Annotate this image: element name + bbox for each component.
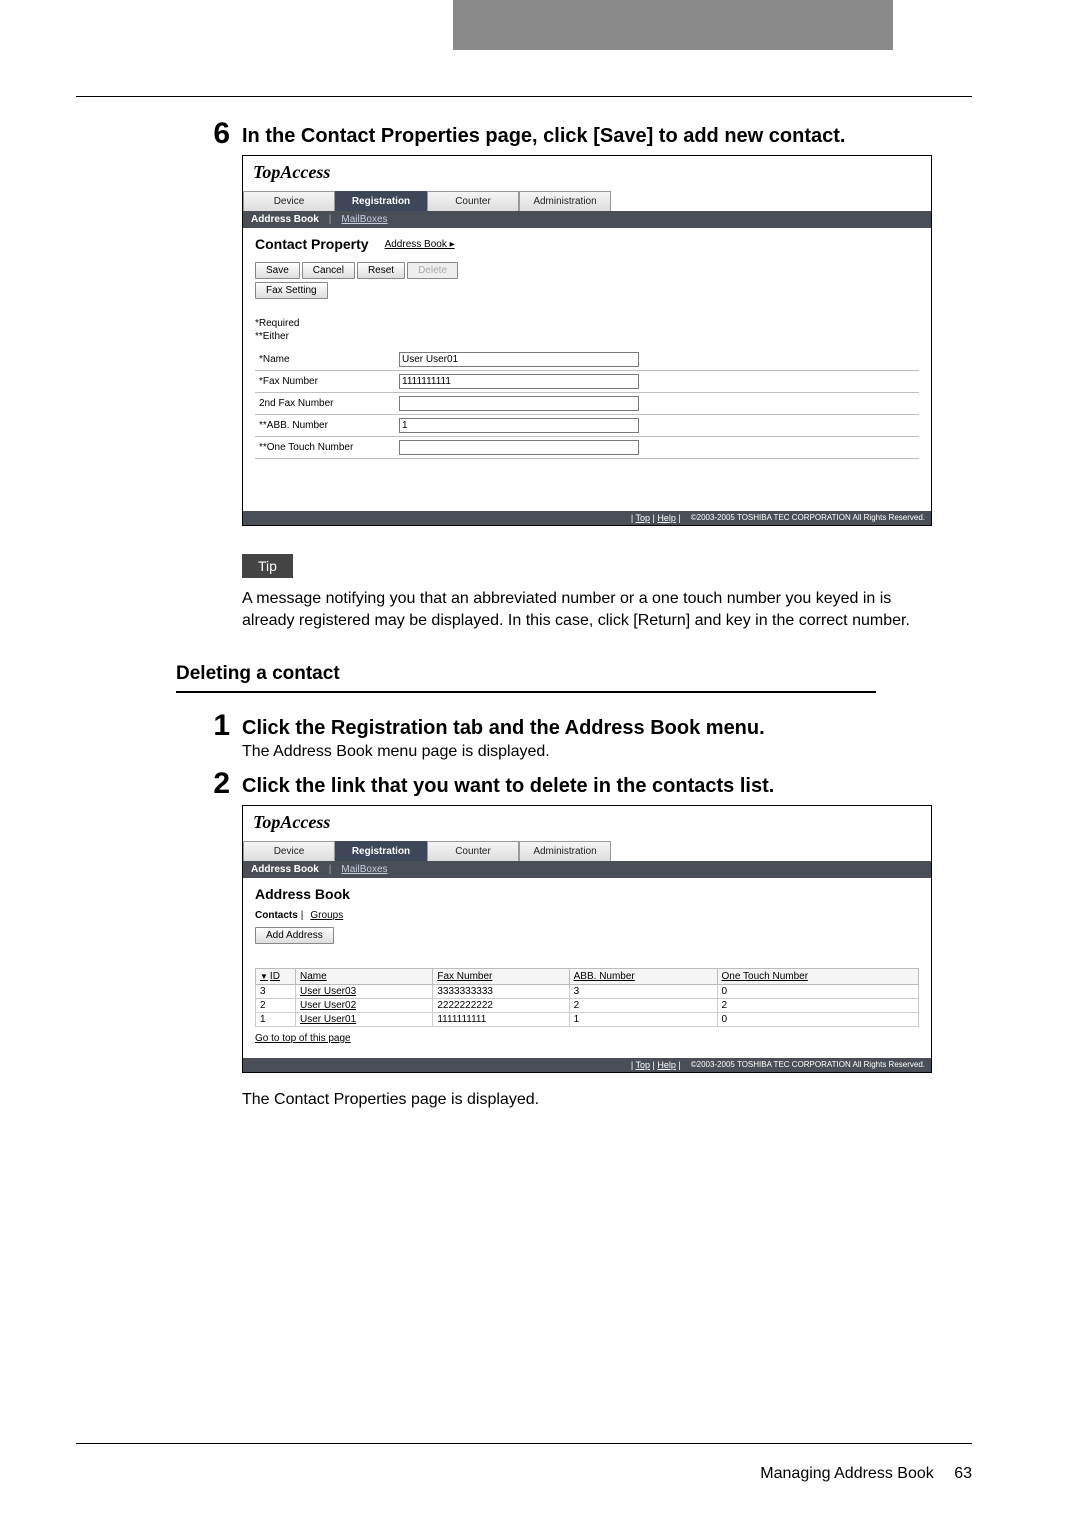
step-1-title: Click the Registration tab and the Addre… bbox=[242, 711, 765, 741]
topaccess-logo-2: TopAccess bbox=[243, 806, 931, 841]
input-fax2[interactable] bbox=[399, 396, 639, 411]
tab-counter[interactable]: Counter bbox=[427, 191, 519, 211]
table-row: 1 User User01 1111111111 1 0 bbox=[256, 1012, 919, 1026]
after-shot2-text: The Contact Properties page is displayed… bbox=[242, 1091, 972, 1109]
breadcrumb-address-book[interactable]: Address Book ▸ bbox=[385, 239, 455, 250]
footer-copyright: ©2003-2005 TOSHIBA TEC CORPORATION All R… bbox=[691, 513, 925, 523]
footer-top-link-2[interactable]: Top bbox=[636, 1060, 651, 1070]
footer-section: Managing Address Book bbox=[760, 1465, 933, 1482]
contact-property-heading: Contact Property bbox=[255, 236, 369, 252]
screenshot-contact-property: TopAccess Device Registration Counter Ad… bbox=[242, 155, 932, 526]
footer-help-link-2[interactable]: Help bbox=[657, 1060, 676, 1070]
step-1-number: 1 bbox=[196, 711, 230, 741]
step-6-title: In the Contact Properties page, click [S… bbox=[242, 119, 845, 149]
table-row: 3 User User03 3333333333 3 0 bbox=[256, 984, 919, 998]
tab-device-2[interactable]: Device bbox=[243, 841, 335, 861]
groups-tab[interactable]: Groups bbox=[310, 910, 343, 921]
subnav-mailboxes-2[interactable]: MailBoxes bbox=[341, 864, 387, 875]
tab-device[interactable]: Device bbox=[243, 191, 335, 211]
label-name: *Name bbox=[255, 349, 395, 371]
col-abb[interactable]: ABB. Number bbox=[569, 968, 717, 984]
label-abb: **ABB. Number bbox=[255, 415, 395, 437]
contacts-tab[interactable]: Contacts bbox=[255, 910, 298, 921]
col-onetouch[interactable]: One Touch Number bbox=[717, 968, 918, 984]
legend-either: **Either bbox=[255, 330, 919, 343]
label-fax2: 2nd Fax Number bbox=[255, 393, 395, 415]
tab-administration-2[interactable]: Administration bbox=[519, 841, 611, 861]
label-fax: *Fax Number bbox=[255, 371, 395, 393]
col-id[interactable]: ▼ID bbox=[256, 968, 296, 984]
fax-setting-button[interactable]: Fax Setting bbox=[255, 282, 328, 299]
footer-copyright-2: ©2003-2005 TOSHIBA TEC CORPORATION All R… bbox=[691, 1060, 925, 1070]
step-2-title: Click the link that you want to delete i… bbox=[242, 769, 774, 799]
legend-required: *Required bbox=[255, 317, 919, 330]
sort-desc-icon: ▼ bbox=[260, 972, 268, 981]
col-fax[interactable]: Fax Number bbox=[433, 968, 569, 984]
table-row: 2 User User02 2222222222 2 2 bbox=[256, 998, 919, 1012]
subnav-mailboxes[interactable]: MailBoxes bbox=[341, 214, 387, 225]
delete-button: Delete bbox=[407, 262, 458, 279]
input-fax[interactable] bbox=[399, 374, 639, 389]
go-to-top-link[interactable]: Go to top of this page bbox=[255, 1033, 351, 1044]
contact-link[interactable]: User User02 bbox=[300, 1000, 356, 1011]
address-book-heading: Address Book bbox=[255, 886, 919, 902]
save-button[interactable]: Save bbox=[255, 262, 300, 279]
tip-label: Tip bbox=[242, 554, 293, 578]
topaccess-logo: TopAccess bbox=[243, 156, 931, 191]
subnav-address-book-2[interactable]: Address Book bbox=[251, 864, 319, 875]
contact-link[interactable]: User User01 bbox=[300, 1014, 356, 1025]
footer-page-number: 63 bbox=[954, 1465, 972, 1482]
add-address-button[interactable]: Add Address bbox=[255, 927, 334, 944]
footer-help-link[interactable]: Help bbox=[657, 513, 676, 523]
tip-text: A message notifying you that an abbrevia… bbox=[242, 588, 932, 633]
tab-registration-2[interactable]: Registration bbox=[335, 841, 427, 861]
input-name[interactable] bbox=[399, 352, 639, 367]
contact-link[interactable]: User User03 bbox=[300, 986, 356, 997]
reset-button[interactable]: Reset bbox=[357, 262, 405, 279]
step-6-number: 6 bbox=[196, 119, 230, 149]
cancel-button[interactable]: Cancel bbox=[302, 262, 355, 279]
input-abb[interactable] bbox=[399, 418, 639, 433]
col-name[interactable]: Name bbox=[296, 968, 433, 984]
screenshot-address-book-list: TopAccess Device Registration Counter Ad… bbox=[242, 805, 932, 1073]
tab-registration[interactable]: Registration bbox=[335, 191, 427, 211]
tab-administration[interactable]: Administration bbox=[519, 191, 611, 211]
label-onetouch: **One Touch Number bbox=[255, 437, 395, 459]
subnav-address-book[interactable]: Address Book bbox=[251, 214, 319, 225]
section-deleting-contact: Deleting a contact bbox=[176, 663, 876, 693]
tab-counter-2[interactable]: Counter bbox=[427, 841, 519, 861]
footer-top-link[interactable]: Top bbox=[636, 513, 651, 523]
step-1-sub: The Address Book menu page is displayed. bbox=[242, 743, 765, 761]
input-onetouch[interactable] bbox=[399, 440, 639, 455]
step-2-number: 2 bbox=[196, 769, 230, 799]
